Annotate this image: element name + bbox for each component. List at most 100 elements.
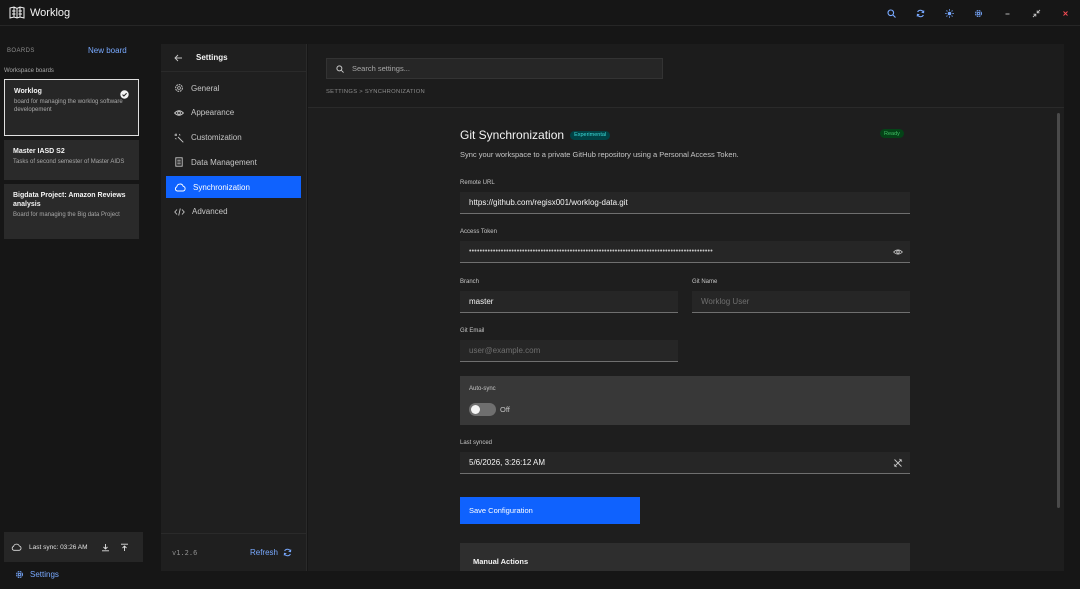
document-icon (174, 157, 184, 168)
new-board-link[interactable]: New board (88, 46, 127, 55)
scrollbar[interactable] (1054, 109, 1064, 571)
gear-icon (174, 83, 184, 93)
cloud-icon (11, 543, 22, 551)
magic-wand-icon (174, 133, 184, 143)
nav-item-advanced[interactable]: Advanced (166, 201, 301, 223)
nav-item-customization[interactable]: Customization (166, 127, 301, 149)
last-synced-label: Last synced (460, 440, 493, 446)
refresh-label: Refresh (249, 548, 278, 557)
refresh-icon (283, 548, 292, 557)
nav-item-appearance[interactable]: Appearance (166, 102, 301, 124)
manual-actions-panel: Manual Actions (460, 543, 910, 571)
remote-url-label: Remote URL (460, 180, 495, 186)
git-email-placeholder: user@example.com (469, 346, 541, 355)
remote-url-value: https://github.com/regisx001/worklog-dat… (469, 198, 628, 207)
cloud-icon (174, 183, 186, 192)
sync-status-bar: Last sync: 03:26 AM (4, 532, 143, 562)
last-synced-value: 5/6/2026, 3:26:12 AM (469, 458, 546, 467)
last-synced-field: 5/6/2026, 3:26:12 AM (460, 452, 910, 474)
boards-heading: BOARDS (7, 48, 35, 54)
nav-item-label: General (191, 83, 220, 93)
branch-field[interactable]: master (460, 291, 678, 313)
sun-icon[interactable] (935, 0, 964, 26)
nav-item-label: Appearance (191, 108, 235, 118)
board-description: Tasks of second semester of Master AIDS (13, 159, 125, 165)
section-subtitle: Sync your workspace to a private GitHub … (460, 150, 739, 159)
access-token-value: ••••••••••••••••••••••••••••••••••••••••… (469, 248, 713, 255)
section-title: Git Synchronization (460, 128, 565, 142)
nav-item-synchronization[interactable]: Synchronization (166, 176, 301, 199)
board-title: Master IASD S2 (13, 148, 65, 155)
close-icon[interactable] (1051, 0, 1080, 26)
refresh-button[interactable]: Refresh (250, 548, 292, 557)
experimental-badge: Experimental (570, 130, 611, 140)
search-icon[interactable] (877, 0, 906, 26)
nav-item-data-management[interactable]: Data Management (166, 151, 301, 173)
section-header: Git Synchronization Experimental (460, 128, 611, 142)
restore-icon[interactable] (1022, 0, 1051, 26)
git-name-placeholder: Worklog User (701, 297, 750, 306)
autosync-state: Off (500, 405, 510, 414)
gear-icon[interactable] (964, 0, 993, 26)
autosync-toggle[interactable] (469, 403, 496, 416)
download-icon[interactable] (101, 543, 110, 552)
board-description: board for managing the worklog software … (14, 99, 123, 113)
settings-title: Settings (196, 53, 228, 62)
tools-icon[interactable] (893, 458, 903, 468)
git-email-field[interactable]: user@example.com (460, 340, 678, 362)
settings-panel: Settings General Appearance Customizatio… (161, 44, 307, 571)
board-card-master-iasd[interactable]: Master IASD S2 Tasks of second semester … (4, 140, 139, 180)
code-icon (174, 207, 185, 217)
upload-icon[interactable] (120, 543, 129, 552)
git-email-label: Git Email (460, 328, 485, 334)
breadcrumb: SETTINGS > SYNCHRONIZATION (326, 89, 426, 95)
status-badge: Ready (880, 129, 904, 138)
search-placeholder: Search settings... (352, 64, 410, 73)
nav-item-label: Advanced (192, 207, 228, 217)
eye-icon (174, 108, 184, 118)
toggle-knob (471, 405, 480, 414)
main-content: Search settings... SETTINGS > SYNCHRONIZ… (308, 44, 1064, 571)
save-configuration-button[interactable]: Save Configuration (460, 497, 640, 524)
gear-icon (15, 570, 24, 579)
search-input[interactable]: Search settings... (326, 58, 663, 79)
nav-item-label: Data Management (191, 157, 257, 167)
settings-link-label: Settings (30, 570, 59, 579)
nav-item-general[interactable]: General (166, 77, 301, 99)
board-description: Board for managing the Big data Project (13, 212, 120, 218)
boards-sidebar: BOARDS New board Workspace boards Worklo… (0, 27, 146, 589)
search-icon (336, 64, 344, 73)
worklog-logo-icon (9, 6, 25, 19)
board-card-bigdata-project[interactable]: Bigdata Project: Amazon Reviews analysis… (4, 184, 139, 239)
board-title: Bigdata Project: Amazon Reviews analysis (13, 192, 126, 208)
settings-header: Settings (161, 44, 306, 72)
brand: Worklog (9, 6, 70, 19)
version-label: v1.2.6 (172, 548, 198, 557)
settings-nav: General Appearance Customization Data Ma… (161, 77, 306, 223)
branch-label: Branch (460, 279, 480, 285)
nav-item-label: Synchronization (193, 182, 250, 192)
access-token-label: Access Token (460, 229, 497, 235)
last-sync-text: Last sync: 03:26 AM (29, 543, 88, 551)
autosync-label: Auto-sync (469, 386, 496, 392)
check-circle-icon (120, 90, 129, 99)
git-name-label: Git Name (692, 279, 718, 285)
title-bar: Worklog (0, 0, 1080, 26)
branch-value: master (469, 297, 494, 306)
autosync-panel: Auto-sync Off (460, 376, 910, 425)
eye-icon[interactable] (893, 247, 903, 257)
minimize-icon[interactable] (993, 0, 1022, 26)
app-title: Worklog (30, 6, 71, 19)
board-card-worklog[interactable]: Worklog board for managing the worklog s… (4, 79, 139, 136)
workspace-boards-label: Workspace boards (4, 68, 54, 74)
back-arrow-icon[interactable] (174, 54, 183, 62)
git-name-field[interactable]: Worklog User (692, 291, 910, 313)
access-token-field[interactable]: ••••••••••••••••••••••••••••••••••••••••… (460, 241, 910, 263)
main-header: Search settings... SETTINGS > SYNCHRONIZ… (308, 44, 1064, 108)
nav-item-label: Customization (191, 133, 242, 143)
sidebar-settings-link[interactable]: Settings (15, 570, 59, 579)
remote-url-field[interactable]: https://github.com/regisx001/worklog-dat… (460, 192, 910, 214)
sync-icon[interactable] (906, 0, 935, 26)
scrollbar-thumb[interactable] (1057, 113, 1060, 508)
manual-actions-title: Manual Actions (473, 557, 529, 566)
